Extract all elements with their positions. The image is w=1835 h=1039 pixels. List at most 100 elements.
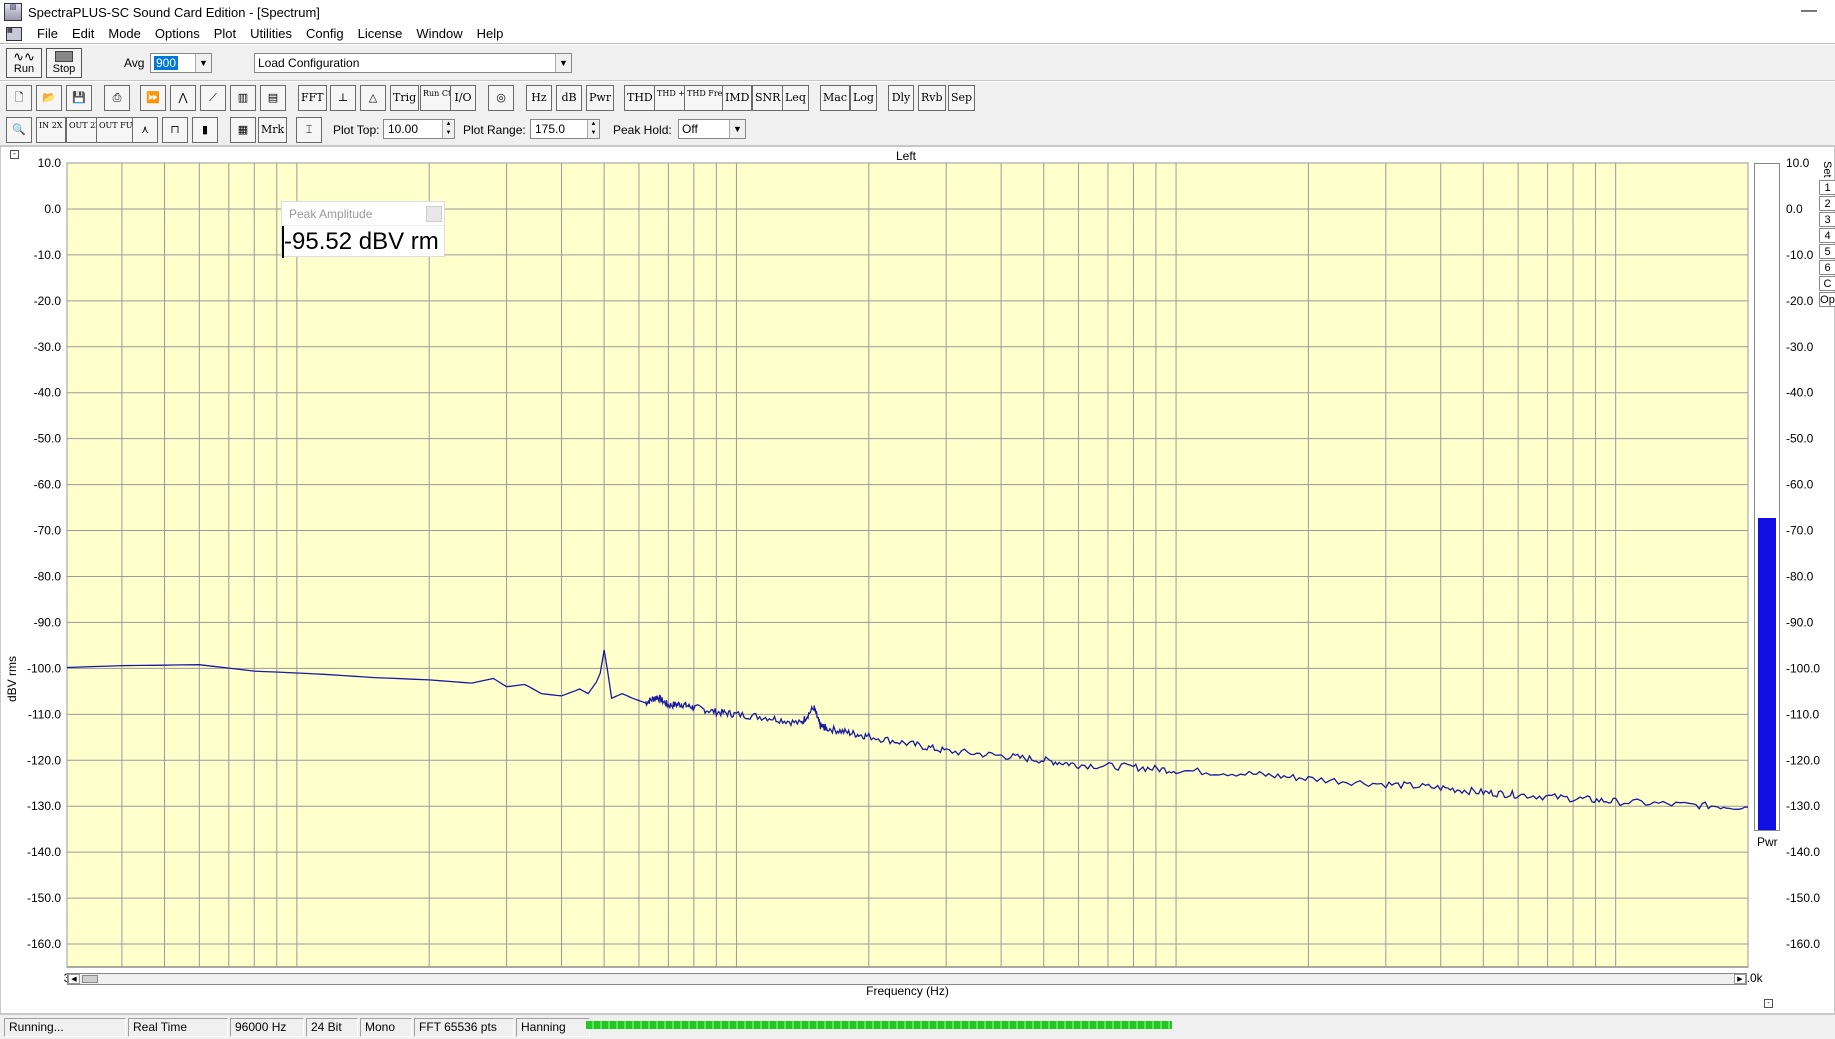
meter-tick-label: 10.0 bbox=[1786, 156, 1810, 170]
cursor-icon[interactable]: ⌶ bbox=[296, 117, 322, 143]
mac-button[interactable]: Mac bbox=[820, 85, 850, 111]
scroll-thumb[interactable] bbox=[82, 975, 98, 983]
power-meter-label: Pwr bbox=[1757, 835, 1778, 849]
spinner-icon[interactable]: ▲ ▼ bbox=[587, 120, 599, 138]
menu-edit[interactable]: Edit bbox=[65, 26, 101, 41]
settings-tab-5[interactable]: 5 bbox=[1819, 243, 1835, 259]
settings-tab-4[interactable]: 4 bbox=[1819, 227, 1835, 243]
peak-amplitude-window[interactable]: Peak Amplitude -95.52 dBV rm bbox=[281, 201, 445, 258]
menu-config[interactable]: Config bbox=[299, 26, 351, 41]
plot-range-input[interactable]: 175.0 ▲ ▼ bbox=[530, 119, 600, 139]
filter-bank-icon[interactable]: ▥ bbox=[230, 85, 256, 111]
configuration-value: Load Configuration bbox=[258, 56, 360, 70]
meter-tick-label: -80.0 bbox=[1786, 569, 1814, 583]
pwr-button[interactable]: Pwr bbox=[586, 85, 615, 111]
waterfall-icon[interactable]: ▤ bbox=[260, 85, 286, 111]
y-tick-label: -120.0 bbox=[27, 753, 61, 767]
analysis-toolbar: 🗋 📂 💾 ⎙ ⏩ ⋀ ⟋ ▥ ▤ FFT ⊥ △ Trig Run Ctrl … bbox=[0, 82, 1835, 114]
step-plot-icon[interactable]: ⊓ bbox=[162, 117, 188, 143]
close-icon[interactable] bbox=[426, 206, 442, 222]
menu-options[interactable]: Options bbox=[148, 26, 207, 41]
settings-tab-3[interactable]: 3 bbox=[1819, 211, 1835, 227]
dly-button[interactable]: Dly bbox=[888, 85, 914, 111]
plot-top-input[interactable]: 10.00 ▲ ▼ bbox=[383, 119, 455, 139]
hz-button[interactable]: Hz bbox=[526, 85, 552, 111]
status-progress-bar bbox=[586, 1021, 1172, 1029]
y-axis-label: dBV rms bbox=[5, 655, 19, 702]
fast-forward-icon[interactable]: ⏩ bbox=[140, 85, 166, 111]
db-button[interactable]: dB bbox=[556, 85, 582, 111]
settings-tab-op[interactable]: Op bbox=[1819, 291, 1835, 307]
ramp-icon[interactable]: ⟋ bbox=[200, 85, 226, 111]
collapse-icon[interactable]: - bbox=[1764, 999, 1773, 1008]
meter-tick-label: -70.0 bbox=[1786, 524, 1814, 538]
avg-select[interactable]: 900 ▼ bbox=[150, 53, 212, 73]
menu-file[interactable]: File bbox=[30, 26, 65, 41]
horizontal-scrollbar[interactable]: ◀ ▶ bbox=[67, 973, 1747, 985]
status-window: Hanning bbox=[516, 1017, 590, 1037]
save-icon[interactable]: 💾 bbox=[66, 85, 92, 111]
meter-tick-label: -160.0 bbox=[1786, 937, 1820, 951]
settings-tab-2[interactable]: 2 bbox=[1819, 195, 1835, 211]
menu-help[interactable]: Help bbox=[470, 26, 511, 41]
io-button[interactable]: I/O bbox=[450, 85, 476, 111]
zoom-icon[interactable]: 🔍 bbox=[6, 117, 32, 143]
scale-icon[interactable]: ⊥ bbox=[330, 85, 356, 111]
settings-tab-c[interactable]: C bbox=[1819, 275, 1835, 291]
marker-button[interactable]: Mrk bbox=[258, 117, 288, 143]
scroll-left-icon[interactable]: ◀ bbox=[68, 974, 80, 984]
log-button[interactable]: Log bbox=[850, 85, 877, 111]
snr-button[interactable]: SNR bbox=[752, 85, 784, 111]
settings-tab-1[interactable]: 1 bbox=[1819, 179, 1835, 195]
configuration-select[interactable]: Load Configuration ▼ bbox=[254, 53, 572, 73]
stop-button[interactable]: Stop bbox=[46, 48, 82, 78]
rvb-button[interactable]: Rvb bbox=[918, 85, 946, 111]
meter-tick-label: -10.0 bbox=[1786, 248, 1814, 262]
plot-range-label: Plot Range: bbox=[463, 123, 526, 137]
trig-button[interactable]: Trig bbox=[390, 85, 420, 111]
peak-hold-value: Off bbox=[682, 122, 698, 136]
y-tick-label: -100.0 bbox=[27, 661, 61, 675]
settings-tab-6[interactable]: 6 bbox=[1819, 259, 1835, 275]
fft-button[interactable]: FFT bbox=[298, 85, 327, 111]
spinner-icon[interactable]: ▲ ▼ bbox=[442, 120, 454, 138]
open-folder-icon[interactable]: 📂 bbox=[36, 85, 62, 111]
generator-icon[interactable]: ◎ bbox=[488, 85, 514, 111]
y-tick-label: -160.0 bbox=[27, 937, 61, 951]
run-button[interactable]: ∿∿ Run bbox=[6, 48, 42, 78]
print-icon[interactable]: ⎙ bbox=[104, 85, 130, 111]
y-tick-label: 10.0 bbox=[38, 156, 62, 170]
new-file-icon[interactable]: 🗋 bbox=[6, 85, 32, 111]
meter-tick-label: -20.0 bbox=[1786, 294, 1814, 308]
minimize-button[interactable]: — bbox=[1801, 2, 1817, 20]
avg-label: Avg bbox=[124, 56, 145, 70]
scroll-right-icon[interactable]: ▶ bbox=[1734, 974, 1746, 984]
status-state: Running... bbox=[4, 1017, 126, 1037]
peak-amplitude-title: Peak Amplitude bbox=[289, 207, 373, 221]
x-axis-label: Frequency (Hz) bbox=[866, 984, 949, 998]
bar-plot-icon[interactable]: ▮ bbox=[192, 117, 218, 143]
chevron-down-icon[interactable]: ▼ bbox=[729, 120, 745, 138]
y-tick-label: -130.0 bbox=[27, 799, 61, 813]
leq-button[interactable]: Leq bbox=[782, 85, 809, 111]
power-meter-fill bbox=[1758, 517, 1776, 830]
menu-plot[interactable]: Plot bbox=[207, 26, 243, 41]
menu-mode[interactable]: Mode bbox=[101, 26, 148, 41]
peak-line-icon[interactable]: ⋏ bbox=[132, 117, 158, 143]
chevron-down-icon[interactable]: ▼ bbox=[555, 54, 571, 72]
status-channels: Mono bbox=[360, 1017, 412, 1037]
chevron-down-icon[interactable]: ▼ bbox=[195, 54, 211, 72]
spectrum-chart[interactable]: 10.0 10.00.0 0.0-10.0 -10.0-20.0 -20.0-30.0-… bbox=[1, 147, 1834, 1013]
menu-utilities[interactable]: Utilities bbox=[243, 26, 299, 41]
pyramid-icon[interactable]: △ bbox=[360, 85, 386, 111]
menu-window[interactable]: Window bbox=[409, 26, 469, 41]
thd-button[interactable]: THD bbox=[624, 85, 656, 111]
table-icon[interactable]: ▦ bbox=[230, 117, 256, 143]
spectrum-icon[interactable]: ⋀ bbox=[170, 85, 196, 111]
document-menu-icon[interactable]: ▦ bbox=[6, 26, 22, 41]
zoom-in-2x-button[interactable]: IN 2X bbox=[36, 117, 66, 143]
sep-button[interactable]: Sep bbox=[948, 85, 976, 111]
menu-license[interactable]: License bbox=[351, 26, 410, 41]
peak-hold-select[interactable]: Off ▼ bbox=[678, 119, 746, 139]
imd-button[interactable]: IMD bbox=[722, 85, 753, 111]
